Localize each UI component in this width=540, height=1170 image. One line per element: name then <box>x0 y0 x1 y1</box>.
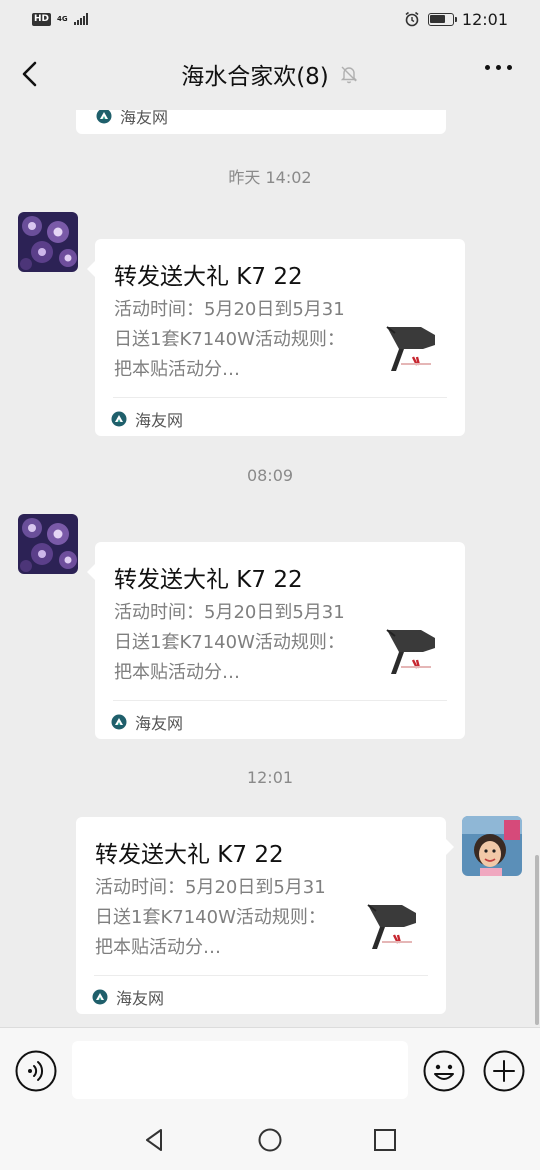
coral-avatar-image <box>18 212 78 272</box>
chat-area[interactable]: 海友网 昨天 14:02 转发送大礼 K7 22 活动时间：5月20日到5月31… <box>0 110 540 1027</box>
message-timestamp: 08:09 <box>246 466 294 485</box>
square-recent-icon[interactable] <box>372 1127 398 1153</box>
card-source-label: 海友网 <box>135 714 184 733</box>
plus-icon[interactable] <box>483 1050 525 1092</box>
lamp-thumbnail-image <box>375 608 445 678</box>
emoji-icon[interactable] <box>423 1050 465 1092</box>
card-source-label: 海友网 <box>135 411 184 430</box>
coral-avatar-image <box>18 514 78 574</box>
card-divider <box>113 397 447 398</box>
card-divider <box>94 975 428 976</box>
chat-header: 海水合家欢(8) <box>0 38 540 110</box>
link-card[interactable]: 转发送大礼 K7 22 活动时间：5月20日到5月31日送1套K7140W活动规… <box>87 542 465 739</box>
message-input[interactable] <box>72 1041 408 1099</box>
source-logo-icon <box>92 989 108 1005</box>
bell-off-icon <box>340 66 357 84</box>
status-left: HD 4G <box>32 12 88 26</box>
more-dots-icon[interactable] <box>485 65 512 70</box>
card-title: 转发送大礼 K7 22 <box>114 264 303 290</box>
card-divider <box>113 700 447 701</box>
card-description: 活动时间：5月20日到5月31日送1套K7140W活动规则：把本贴活动分… <box>114 602 345 683</box>
status-bar: HD 4G 12:01 <box>0 0 540 38</box>
battery-icon <box>427 12 457 26</box>
chevron-left-icon[interactable] <box>16 58 44 90</box>
card-description: 活动时间：5月20日到5月31日送1套K7140W活动规则：把本贴活动分… <box>114 299 345 380</box>
card-source-label: 海友网 <box>116 989 165 1008</box>
source-logo-icon <box>96 110 112 124</box>
previous-source-label: 海友网 <box>120 110 169 127</box>
hd-badge: HD <box>32 12 52 26</box>
card-source: 海友网 <box>111 710 183 734</box>
network-type: 4G <box>57 15 68 23</box>
circle-home-icon[interactable] <box>257 1127 283 1153</box>
voice-icon[interactable] <box>15 1050 57 1092</box>
triangle-back-icon[interactable] <box>142 1127 168 1153</box>
lamp-thumbnail-image <box>375 305 445 375</box>
card-description: 活动时间：5月20日到5月31日送1套K7140W活动规则：把本贴活动分… <box>95 877 326 958</box>
message-timestamp: 昨天 14:02 <box>228 168 312 187</box>
status-time: 12:01 <box>461 9 508 29</box>
previous-message-card[interactable]: 海友网 <box>76 110 446 134</box>
status-right: 12:01 <box>404 10 508 29</box>
my-avatar[interactable] <box>462 816 522 876</box>
message-timestamp: 12:01 <box>246 768 294 787</box>
link-card[interactable]: 转发送大礼 K7 22 活动时间：5月20日到5月31日送1套K7140W活动规… <box>87 239 465 436</box>
card-source: 海友网 <box>92 985 164 1009</box>
card-title: 转发送大礼 K7 22 <box>95 842 284 868</box>
card-source: 海友网 <box>111 407 183 431</box>
group-title: 海水合家欢(8) <box>181 64 329 90</box>
card-title: 转发送大礼 K7 22 <box>114 567 303 593</box>
scrollbar[interactable] <box>535 855 539 1025</box>
source-logo-icon <box>111 411 127 427</box>
title-group[interactable]: 海水合家欢(8) <box>181 57 359 91</box>
input-bar <box>0 1027 540 1107</box>
avatar[interactable] <box>18 212 78 272</box>
link-card[interactable]: 转发送大礼 K7 22 活动时间：5月20日到5月31日送1套K7140W活动规… <box>76 817 454 1014</box>
alarm-icon <box>405 11 419 27</box>
avatar[interactable] <box>18 514 78 574</box>
lamp-thumbnail-image <box>356 883 426 953</box>
child-avatar-image <box>462 816 522 876</box>
previous-source: 海友网 <box>96 110 168 128</box>
system-nav-bar <box>0 1107 540 1170</box>
signal-icon <box>73 13 88 25</box>
source-logo-icon <box>111 714 127 730</box>
